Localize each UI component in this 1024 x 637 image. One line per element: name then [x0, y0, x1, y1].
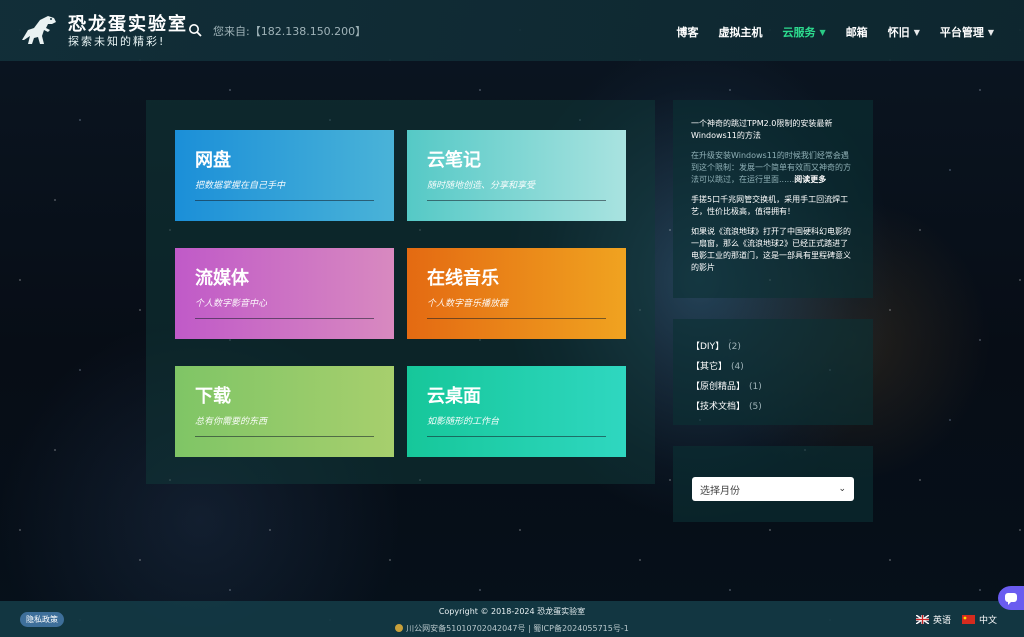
site-footer: 隐私政策 Copyright © 2018-2024 恐龙蛋实验室 川公网安备5…	[0, 601, 1024, 637]
card-title: 云桌面	[427, 386, 481, 407]
card-subtitle: 如影随形的工作台	[427, 417, 500, 427]
post-title-link[interactable]: 手搓5口千兆网管交换机，采用手工回流焊工艺，性价比极高，值得拥有！	[691, 194, 855, 218]
chevron-down-icon: ▼	[913, 27, 920, 37]
card-cloud-drive[interactable]: 网盘 把数据掌握在自己手中	[175, 130, 394, 221]
card-cloud-desktop[interactable]: 云桌面 如影随形的工作台	[407, 366, 626, 457]
category-item[interactable]: 【技术文档】 (5)	[691, 399, 855, 412]
nav-label: 怀旧	[887, 26, 910, 39]
nav-item-virtual-host[interactable]: 虚拟主机	[719, 24, 763, 40]
beian-info: 川公网安备51010702042047号 | 蜀ICP备2024055715号-…	[0, 623, 1024, 634]
nav-label: 云服务	[782, 26, 816, 39]
category-item[interactable]: 【其它】 (4)	[691, 359, 855, 372]
dinosaur-logo-icon[interactable]	[14, 10, 62, 48]
card-subtitle: 随时随地创造、分享和享受	[427, 181, 536, 191]
lang-switch-zh[interactable]: 中文	[962, 613, 997, 626]
card-subtitle: 把数据掌握在自己手中	[195, 181, 286, 191]
category-item[interactable]: 【DIY】 (2)	[691, 339, 855, 352]
card-subtitle: 个人数字影音中心	[195, 299, 268, 309]
card-divider	[427, 436, 606, 437]
nav-label: 邮箱	[845, 26, 868, 39]
nav-label: 博客	[676, 26, 699, 39]
post-excerpt: 在升级安装Windows11的时候我们经常会遇到这个限制：发展一个简单有效而又神…	[691, 150, 855, 186]
nav-label: 平台管理	[939, 26, 984, 39]
card-streaming-media[interactable]: 流媒体 个人数字影音中心	[175, 248, 394, 339]
card-download[interactable]: 下载 总有你需要的东西	[175, 366, 394, 457]
category-item[interactable]: 【原创精品】 (1)	[691, 379, 855, 392]
chat-support-button[interactable]	[998, 586, 1024, 610]
category-label: 【技术文档】	[691, 402, 746, 412]
card-title: 云笔记	[427, 150, 481, 171]
lang-switch-en[interactable]: 英语	[916, 613, 951, 626]
uk-flag-icon	[916, 615, 929, 624]
card-divider	[195, 436, 374, 437]
category-count: (4)	[731, 362, 744, 372]
beian-link[interactable]: 川公网安备51010702042047号 | 蜀ICP备2024055715号-…	[406, 624, 629, 633]
card-title: 下载	[195, 386, 231, 407]
card-subtitle: 总有你需要的东西	[195, 417, 268, 427]
nav-item-platform-admin[interactable]: 平台管理 ▼	[940, 24, 994, 40]
card-divider	[195, 318, 374, 319]
post-title-link[interactable]: 如果说《流浪地球》打开了中国硬科幻电影的一扇窗，那么《流浪地球2》已经正式踏进了…	[691, 226, 855, 274]
visitor-ip-text: 您来自:【182.138.150.200】	[213, 25, 367, 38]
post-title-link[interactable]: 一个神奇的跳过TPM2.0限制的安装最新Windows11的方法	[691, 118, 855, 142]
chevron-down-icon: ▼	[819, 27, 826, 37]
archive-widget: 选择月份 ⌄	[673, 446, 873, 522]
nav-label: 虚拟主机	[718, 26, 763, 39]
card-divider	[195, 200, 374, 201]
chat-bubble-icon	[1005, 592, 1017, 605]
card-title: 流媒体	[195, 268, 249, 289]
chevron-down-icon: ▼	[987, 27, 994, 37]
card-online-music[interactable]: 在线音乐 个人数字音乐播放器	[407, 248, 626, 339]
category-label: 【原创精品】	[691, 382, 746, 392]
category-label: 【DIY】	[691, 342, 725, 352]
main-nav: 博客 虚拟主机 云服务 ▼ 邮箱 怀旧 ▼ 平台管理 ▼	[677, 24, 994, 40]
categories-widget: 【DIY】 (2) 【其它】 (4) 【原创精品】 (1) 【技术文档】 (5)	[673, 319, 873, 425]
police-badge-icon	[395, 624, 404, 632]
category-count: (5)	[749, 402, 762, 412]
category-count: (2)	[728, 342, 741, 352]
card-subtitle: 个人数字音乐播放器	[427, 299, 509, 309]
nav-item-blog[interactable]: 博客	[677, 24, 699, 40]
category-count: (1)	[749, 382, 762, 392]
china-flag-icon	[962, 615, 975, 624]
card-divider	[427, 318, 606, 319]
nav-item-mail[interactable]: 邮箱	[846, 24, 868, 40]
card-title: 网盘	[195, 150, 231, 171]
card-divider	[427, 200, 606, 201]
archive-month-select[interactable]: 选择月份 ⌄	[692, 477, 854, 501]
read-more-link[interactable]: 阅读更多	[794, 175, 826, 184]
card-title: 在线音乐	[427, 268, 499, 289]
chevron-down-icon: ⌄	[838, 484, 846, 494]
select-placeholder: 选择月份	[700, 485, 740, 497]
nav-item-cloud-service[interactable]: 云服务 ▼	[783, 24, 826, 40]
search-icon[interactable]	[188, 23, 202, 37]
copyright-text: Copyright © 2018-2024 恐龙蛋实验室	[438, 607, 586, 616]
recent-posts-widget: 一个神奇的跳过TPM2.0限制的安装最新Windows11的方法 在升级安装Wi…	[673, 100, 873, 298]
nav-item-nostalgia[interactable]: 怀旧 ▼	[888, 24, 920, 40]
category-label: 【其它】	[691, 362, 728, 372]
site-header: 恐龙蛋实验室 探索未知的精彩! 您来自:【182.138.150.200】 博客…	[0, 0, 1024, 61]
site-subtitle: 探索未知的精彩!	[68, 35, 166, 48]
card-cloud-notes[interactable]: 云笔记 随时随地创造、分享和享受	[407, 130, 626, 221]
lang-label: 中文	[979, 616, 998, 626]
lang-label: 英语	[933, 616, 952, 626]
excerpt-text: 在升级安装Windows11的时候我们经常会遇到这个限制：发展一个简单有效而又神…	[691, 151, 851, 184]
